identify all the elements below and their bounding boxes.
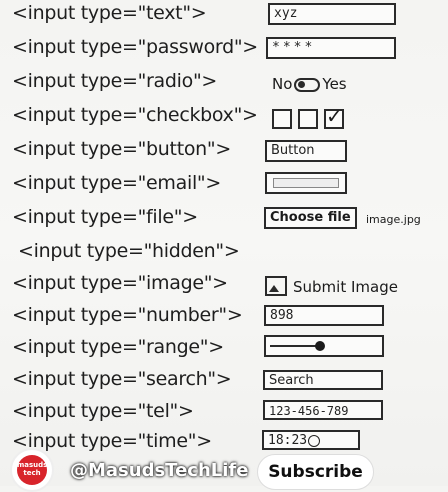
submit-image-label: Submit Image [293, 278, 398, 296]
row-checkbox: <input type="checkbox"> [0, 102, 448, 134]
code-checkbox: <input type="checkbox"> [12, 104, 258, 126]
radio-yes-label: Yes [322, 75, 347, 93]
row-radio: <input type="radio"> No Yes [0, 68, 448, 100]
clock-icon [308, 434, 321, 447]
number-input-demo: 898 [264, 305, 384, 326]
code-number: <input type="number"> [12, 304, 243, 326]
range-thumb [314, 341, 325, 351]
radio-toggle-icon [294, 77, 321, 92]
checkbox-empty-1 [272, 108, 292, 129]
tel-input-demo: 123-456-789 [263, 400, 383, 420]
code-image: <input type="image"> [12, 272, 228, 294]
channel-avatar[interactable]: masuds tech [10, 448, 54, 492]
row-image: <input type="image"> Submit Image [0, 270, 448, 302]
code-range: <input type="range"> [12, 336, 224, 358]
row-search: <input type="search"> Search [0, 366, 448, 398]
row-hidden: <input type="hidden"> [0, 238, 448, 270]
code-radio: <input type="radio"> [12, 70, 218, 92]
radio-demo: No Yes [272, 75, 347, 93]
radio-no-label: No [272, 75, 293, 93]
channel-logo: masuds tech [17, 455, 47, 485]
code-button: <input type="button"> [12, 138, 231, 160]
code-email: <input type="email"> [12, 172, 221, 194]
code-search: <input type="search"> [12, 368, 232, 390]
checkbox-checked [324, 104, 344, 129]
code-tel: <input type="tel"> [12, 400, 194, 422]
button-demo: Button [265, 140, 347, 162]
row-email: <input type="email"> [0, 170, 448, 202]
row-number: <input type="number"> 898 [0, 302, 448, 334]
row-file: <input type="file"> Choose file image.jp… [0, 204, 448, 236]
row-tel: <input type="tel"> 123-456-789 [0, 398, 448, 430]
channel-name[interactable]: @MasudsTechLife [70, 460, 248, 481]
row-button: <input type="button"> Button [0, 136, 448, 168]
channel-overlay: masuds tech @MasudsTechLife Subscribe [0, 448, 448, 492]
row-password: <input type="password"> **** [0, 34, 448, 66]
time-input-demo: 18:23 [262, 430, 360, 450]
row-range: <input type="range"> [0, 334, 448, 366]
password-input-demo: **** [266, 37, 396, 59]
row-text: <input type="text"> xyz [0, 0, 448, 32]
range-demo [264, 335, 384, 357]
checkbox-empty-2 [298, 108, 318, 129]
code-hidden: <input type="hidden"> [18, 240, 240, 262]
code-text: <input type="text"> [12, 2, 207, 24]
email-input-demo [265, 172, 347, 194]
file-name-label: image.jpg [366, 213, 421, 226]
subscribe-button[interactable]: Subscribe [257, 454, 374, 490]
image-icon [265, 276, 287, 296]
search-input-demo: Search [263, 370, 383, 390]
checkbox-demo [272, 104, 350, 129]
time-value: 18:23 [268, 433, 308, 448]
choose-file-button: Choose file [264, 207, 357, 229]
code-password: <input type="password"> [12, 36, 258, 58]
email-inner-field [273, 178, 339, 188]
code-file: <input type="file"> [12, 206, 198, 228]
text-input-demo: xyz [268, 3, 396, 25]
